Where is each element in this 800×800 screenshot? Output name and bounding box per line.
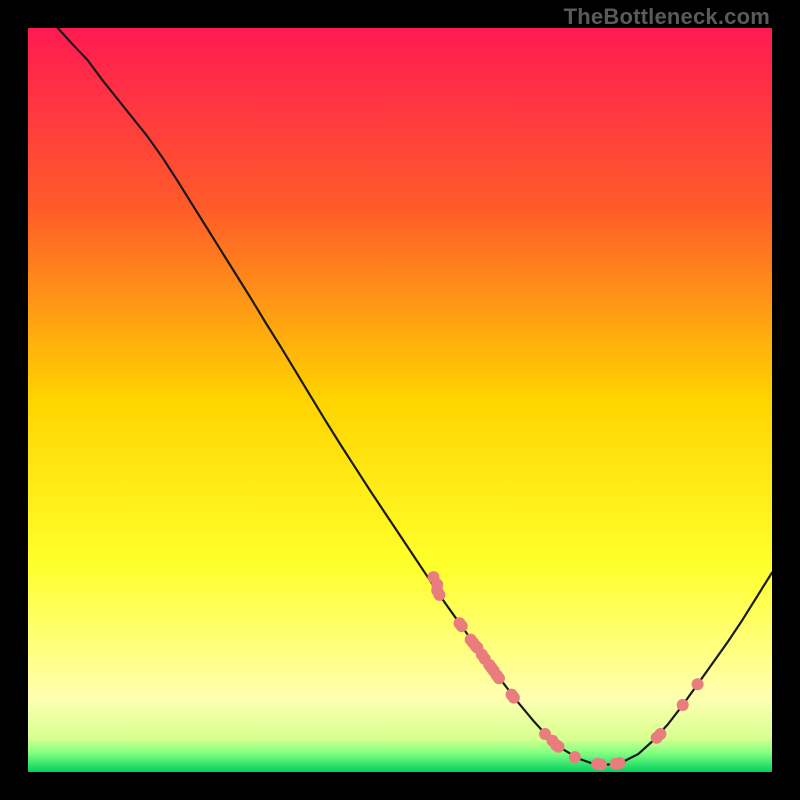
data-point	[493, 672, 505, 684]
data-point	[552, 741, 564, 753]
plot-area	[28, 28, 772, 772]
data-point	[613, 757, 625, 769]
data-point	[508, 692, 520, 704]
data-point	[677, 699, 689, 711]
watermark-text: TheBottleneck.com	[564, 4, 770, 30]
chart-container: TheBottleneck.com	[0, 0, 800, 800]
data-point	[654, 728, 666, 740]
data-point	[456, 620, 468, 632]
data-point	[433, 589, 445, 601]
data-point	[595, 759, 607, 771]
data-point	[692, 678, 704, 690]
chart-svg	[28, 28, 772, 772]
gradient-background	[28, 28, 772, 772]
data-point	[569, 751, 581, 763]
